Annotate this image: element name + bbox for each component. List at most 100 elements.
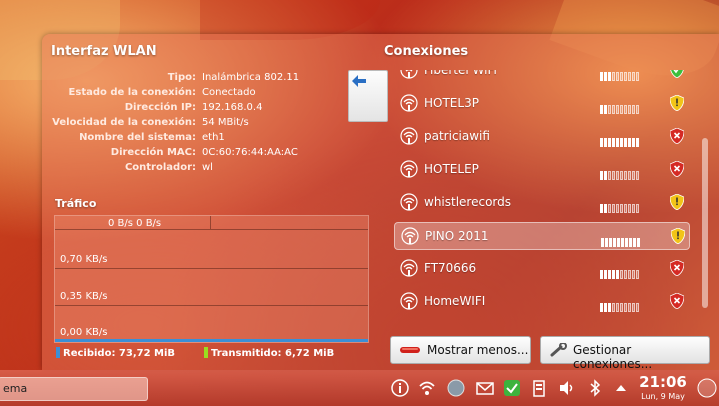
network-item[interactable]: Fibertel WiFi xyxy=(394,70,688,83)
clipboard-icon[interactable] xyxy=(530,379,548,397)
clock-time: 21:06 xyxy=(639,373,687,391)
network-item[interactable]: HOTEL3P xyxy=(394,90,688,116)
signal-bar xyxy=(624,105,627,114)
signal-bar xyxy=(620,270,623,279)
taskbar-task-entry[interactable]: ema xyxy=(0,377,148,401)
signal-bar xyxy=(629,238,632,247)
signal-strength-bars xyxy=(601,232,641,247)
security-shield-icon xyxy=(670,293,684,309)
signal-bar xyxy=(632,204,635,213)
network-item[interactable]: whistlerecords xyxy=(394,189,688,215)
signal-bar xyxy=(612,270,615,279)
signal-bar xyxy=(620,204,623,213)
signal-bar xyxy=(637,238,640,247)
network-item[interactable]: HOTELEP xyxy=(394,156,688,182)
network-name: Fibertel WiFi xyxy=(424,70,497,77)
security-shield-icon xyxy=(670,260,684,276)
signal-bar xyxy=(608,171,611,180)
received-swatch xyxy=(56,347,60,358)
traffic-level-label: 0,70 KB/s xyxy=(60,254,108,265)
info-row-velocidad: Velocidad de la conexión: 54 MBit/s xyxy=(42,117,362,132)
signal-bar xyxy=(636,72,639,81)
power-icon[interactable] xyxy=(697,378,717,398)
network-name: HOTEL3P xyxy=(424,96,479,110)
signal-bar xyxy=(624,270,627,279)
security-shield-icon xyxy=(670,70,684,78)
signal-bar xyxy=(632,270,635,279)
signal-bar xyxy=(636,171,639,180)
network-item[interactable]: FT70666 xyxy=(394,255,688,281)
connections-title: Conexiones xyxy=(384,44,469,59)
wifi-tray-icon[interactable] xyxy=(418,379,436,397)
info-value: wl xyxy=(202,162,213,173)
scrollbar-thumb[interactable] xyxy=(702,138,708,308)
info-value: 0C:60:76:44:AA:AC xyxy=(202,147,298,158)
signal-bar xyxy=(609,238,612,247)
security-shield-icon xyxy=(670,95,684,111)
clock[interactable]: 21:06 Lun, 9 May xyxy=(638,373,688,401)
signal-bar xyxy=(633,238,636,247)
wifi-signal-icon xyxy=(401,227,419,245)
signal-bar xyxy=(612,138,615,147)
signal-bar xyxy=(608,303,611,312)
signal-bar xyxy=(632,303,635,312)
globe-icon[interactable] xyxy=(447,379,465,397)
signal-bar xyxy=(613,238,616,247)
info-icon[interactable] xyxy=(391,379,409,397)
signal-bar xyxy=(608,270,611,279)
info-row-ip: Dirección IP: 192.168.0.4 xyxy=(42,102,362,117)
security-shield-icon xyxy=(670,161,684,177)
bluetooth-icon[interactable] xyxy=(586,379,604,397)
signal-strength-bars xyxy=(600,297,640,312)
signal-bar xyxy=(600,171,603,180)
tray-expand-icon[interactable] xyxy=(612,379,630,397)
signal-bar xyxy=(624,171,627,180)
signal-bar xyxy=(604,72,607,81)
signal-bar xyxy=(628,303,631,312)
network-popup: Interfaz WLAN Tipo: Inalámbrica 802.11 E… xyxy=(42,34,719,371)
taskbar-task-label: ema xyxy=(3,382,28,395)
signal-strength-bars xyxy=(600,165,640,180)
signal-bar xyxy=(600,105,603,114)
signal-strength-bars xyxy=(600,132,640,147)
mail-icon[interactable] xyxy=(476,379,494,397)
signal-bar xyxy=(628,72,631,81)
wifi-signal-icon xyxy=(400,160,418,178)
signal-bar xyxy=(628,105,631,114)
signal-bar xyxy=(621,238,624,247)
updates-check-icon[interactable] xyxy=(503,379,521,397)
signal-bar xyxy=(616,204,619,213)
signal-bar xyxy=(600,270,603,279)
network-item[interactable]: patriciawifi xyxy=(394,123,688,149)
signal-bar xyxy=(612,303,615,312)
wlan-interface-panel: Interfaz WLAN Tipo: Inalámbrica 802.11 E… xyxy=(42,34,372,370)
signal-strength-bars xyxy=(600,99,640,114)
signal-strength-bars xyxy=(600,198,640,213)
signal-bar xyxy=(604,171,607,180)
info-value: eth1 xyxy=(202,132,225,143)
volume-icon[interactable] xyxy=(558,379,576,397)
signal-bar xyxy=(604,270,607,279)
signal-bar xyxy=(628,138,631,147)
info-value: 54 MBit/s xyxy=(202,117,249,128)
signal-bar xyxy=(616,303,619,312)
network-item[interactable]: HomeWIFI xyxy=(394,288,688,314)
network-item[interactable]: PINO 2011 xyxy=(394,222,690,250)
transmitted-label: Transmitido: 6,72 MiB xyxy=(211,348,335,359)
minus-icon xyxy=(400,347,420,353)
manage-connections-button[interactable]: Gestionar conexiones... xyxy=(540,336,710,371)
signal-bar xyxy=(600,303,603,312)
show-less-button[interactable]: Mostrar menos... xyxy=(390,336,531,364)
signal-bar xyxy=(612,105,615,114)
signal-bar xyxy=(620,303,623,312)
security-shield-icon xyxy=(670,128,684,144)
network-list-scrollbar[interactable] xyxy=(699,70,711,332)
signal-bar xyxy=(624,303,627,312)
signal-bar xyxy=(632,138,635,147)
signal-bar xyxy=(612,171,615,180)
signal-bar xyxy=(608,138,611,147)
wifi-signal-icon xyxy=(400,94,418,112)
signal-bar xyxy=(604,105,607,114)
wifi-signal-icon xyxy=(400,259,418,277)
info-label: Tipo: xyxy=(167,72,196,83)
